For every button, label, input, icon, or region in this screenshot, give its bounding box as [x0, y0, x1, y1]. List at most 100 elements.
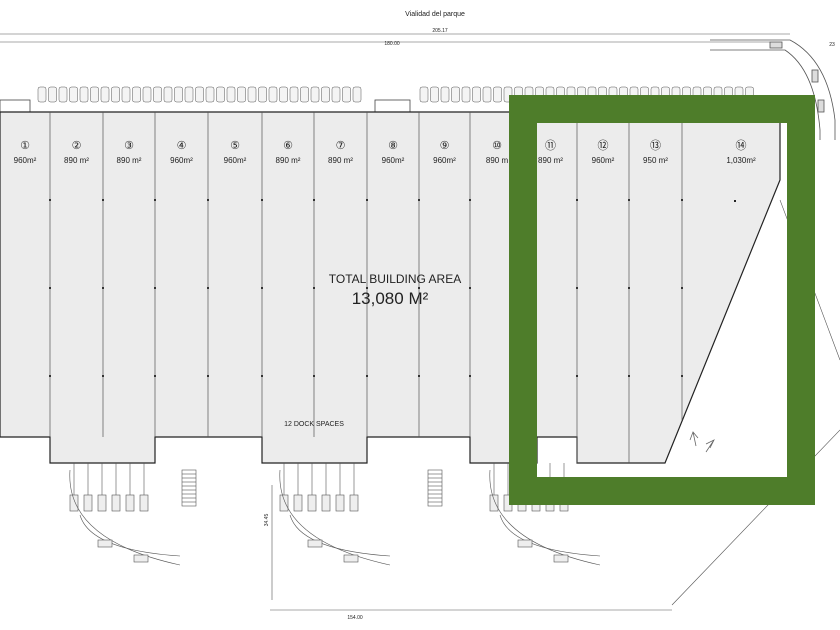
parking-space: [205, 86, 215, 103]
dim-top-inner: 180.00: [384, 41, 400, 47]
unit-area: 960m²: [382, 156, 405, 165]
truck: [335, 494, 345, 512]
unit-number: ⑬: [650, 139, 661, 152]
parking-space: [142, 86, 152, 103]
column-marker: [207, 375, 209, 377]
parking-space: [451, 86, 460, 103]
truck: [111, 494, 121, 512]
road-label: Vialidad del parque: [405, 11, 465, 18]
column-marker: [49, 199, 51, 201]
column-marker: [207, 199, 209, 201]
truck: [133, 554, 149, 563]
column-marker: [681, 287, 683, 289]
stair: [181, 469, 197, 507]
unit-number: ①: [20, 140, 30, 152]
parking-space: [289, 86, 299, 103]
total-area-value: 13,080 M²: [352, 289, 429, 308]
column-marker: [628, 375, 630, 377]
parking-space: [247, 86, 257, 103]
unit-number: ⑪: [545, 139, 556, 152]
parking-space: [279, 86, 288, 103]
truck-ramp-outer: [69, 469, 181, 566]
direction-arrows: [689, 431, 715, 453]
column-marker: [261, 199, 263, 201]
unit-area: 960m²: [14, 156, 37, 165]
parking-space: [331, 86, 341, 103]
unit-area: 890 m: [486, 156, 509, 165]
column-marker: [102, 287, 104, 289]
column-marker: [154, 199, 156, 201]
parking-space: [37, 86, 47, 103]
truck: [69, 494, 79, 512]
truck: [97, 539, 113, 548]
column-marker: [418, 199, 420, 201]
parking-space: [440, 86, 450, 103]
parking-space: [226, 86, 236, 103]
parking-space: [58, 86, 68, 103]
parking-space: [482, 86, 492, 103]
parking-space: [300, 86, 309, 103]
column-marker: [628, 287, 630, 289]
column-marker: [154, 375, 156, 377]
column-marker: [49, 287, 51, 289]
dim-top-right: 23: [829, 42, 835, 48]
unit-area: 890 m²: [117, 156, 142, 165]
truck-ramp-outer: [279, 469, 391, 566]
column-marker: [681, 199, 683, 201]
truck: [321, 494, 331, 512]
column-marker: [313, 375, 315, 377]
column-marker: [207, 287, 209, 289]
dim-top-outer: 205.17: [432, 28, 448, 34]
unit-area: 960m²: [592, 156, 615, 165]
column-marker: [261, 375, 263, 377]
parking-space: [69, 86, 78, 103]
unit-number: ⑨: [440, 140, 450, 152]
truck: [83, 494, 93, 512]
parking-space: [216, 86, 225, 103]
parking-space: [195, 86, 204, 103]
column-marker: [154, 287, 156, 289]
column-marker: [313, 287, 315, 289]
column-marker: [469, 199, 471, 201]
parking-space: [493, 86, 502, 103]
column-marker: [576, 375, 578, 377]
unit-area: 890 m²: [538, 156, 563, 165]
parking-space: [310, 86, 320, 103]
dim-vertical: 34.45: [264, 514, 270, 527]
unit-area: 890 m²: [64, 156, 89, 165]
stair: [427, 469, 443, 507]
unit-area: 960m²: [224, 156, 247, 165]
truck: [307, 494, 317, 512]
parking-space: [430, 86, 439, 103]
parking-space: [321, 86, 330, 103]
unit-area: 1,030m²: [726, 156, 756, 165]
column-marker: [628, 199, 630, 201]
column-marker: [313, 199, 315, 201]
column-marker: [576, 199, 578, 201]
unit-area: 960m²: [433, 156, 456, 165]
parking-space: [461, 86, 471, 103]
unit-area: 890 m²: [276, 156, 301, 165]
parking-space: [352, 86, 362, 103]
parking-space: [258, 86, 267, 103]
parking-space: [163, 86, 173, 103]
truck: [517, 539, 533, 548]
parking-space: [472, 86, 481, 103]
parking-space: [174, 86, 183, 103]
column-marker: [681, 375, 683, 377]
column-marker: [366, 199, 368, 201]
parking-space: [153, 86, 162, 103]
parking-space: [237, 86, 246, 103]
truck: [97, 494, 107, 512]
unit-number: ⑩: [492, 140, 502, 152]
parking-space: [90, 86, 99, 103]
column-marker: [261, 287, 263, 289]
total-area-label: TOTAL BUILDING AREA: [329, 272, 461, 286]
unit-number: ④: [177, 140, 187, 152]
unit-number: ⑤: [230, 140, 240, 152]
truck: [279, 494, 289, 512]
column-marker: [418, 375, 420, 377]
parking-space: [111, 86, 120, 103]
unit-number: ③: [124, 140, 134, 152]
parking-space: [79, 86, 89, 103]
